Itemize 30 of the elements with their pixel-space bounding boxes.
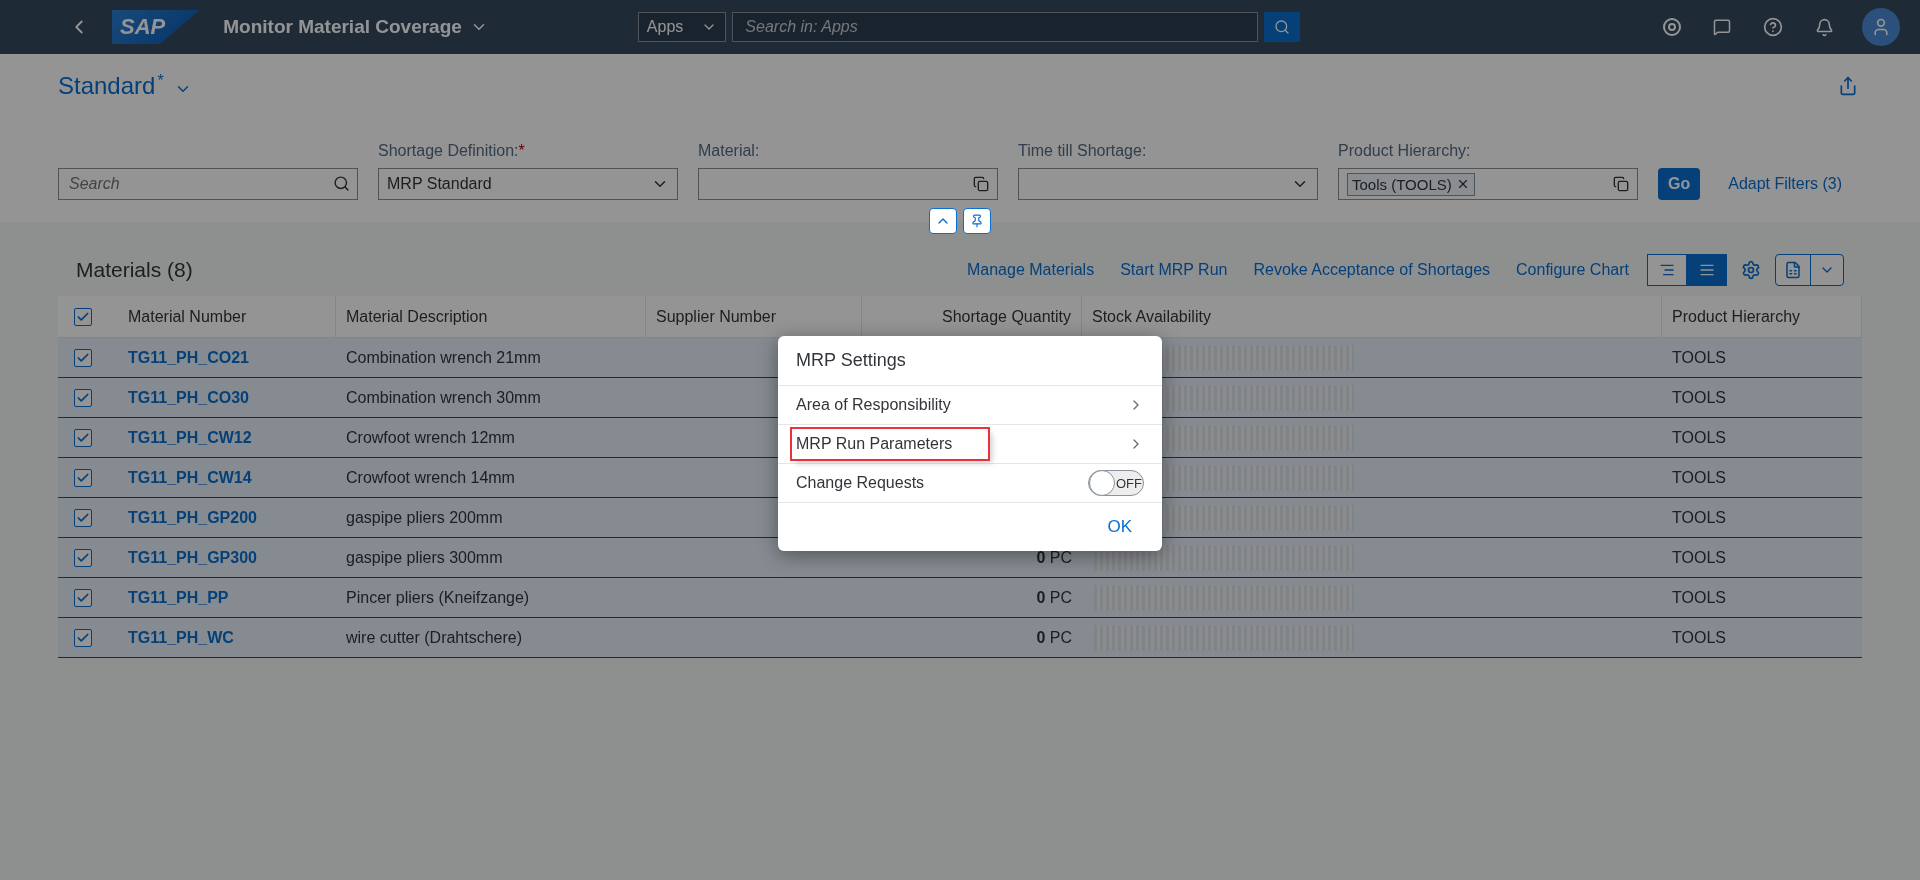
table-cell-text: wire cutter (Drahtschere) xyxy=(345,628,524,647)
table-cell-text: 0 PC xyxy=(1035,548,1073,567)
list-item-label: MRP Run Parameters xyxy=(792,429,989,459)
table-cell-text: gaspipe pliers 200mm xyxy=(345,508,504,527)
table-cell-text: TOOLS xyxy=(1671,388,1727,407)
table-cell-text: TOOLS xyxy=(1671,468,1727,487)
filter-label: Shortage Definition:* xyxy=(378,142,526,160)
logo: SAP xyxy=(112,10,200,44)
field-value: MRP Standard xyxy=(387,175,493,193)
table-cell-text: TOOLS xyxy=(1671,548,1727,567)
table-cell-text: TOOLS xyxy=(1671,588,1727,607)
list-item-label: Change Requests xyxy=(796,474,926,492)
table-cell-text: TOOLS xyxy=(1671,508,1727,527)
list-item-label: Area of Responsibility xyxy=(796,396,952,414)
table-cell-text: 0 PC xyxy=(1035,628,1073,647)
table-cell-text: Pincer pliers (Kneifzange) xyxy=(345,588,531,607)
table-cell-text: TOOLS xyxy=(1671,348,1727,367)
table-cell-text: Combination wrench 21mm xyxy=(345,348,542,367)
table-cell-text: Crowfoot wrench 12mm xyxy=(345,428,516,447)
table-cell-text: TOOLS xyxy=(1671,428,1727,447)
table-title: Materials (8) xyxy=(76,258,193,282)
table-cell-text: TOOLS xyxy=(1671,628,1727,647)
table-cell-text: gaspipe pliers 300mm xyxy=(345,548,504,567)
filter-label: Product Hierarchy: xyxy=(1338,142,1472,160)
table-cell-text: Crowfoot wrench 14mm xyxy=(345,468,516,487)
table-cell-text: Combination wrench 30mm xyxy=(345,388,542,407)
filter-label: Time till Shortage: xyxy=(1018,142,1148,160)
filter-label: Material: xyxy=(698,142,761,160)
table-cell-text: 0 PC xyxy=(1035,588,1073,607)
dialog-title: MRP Settings xyxy=(778,336,1162,386)
